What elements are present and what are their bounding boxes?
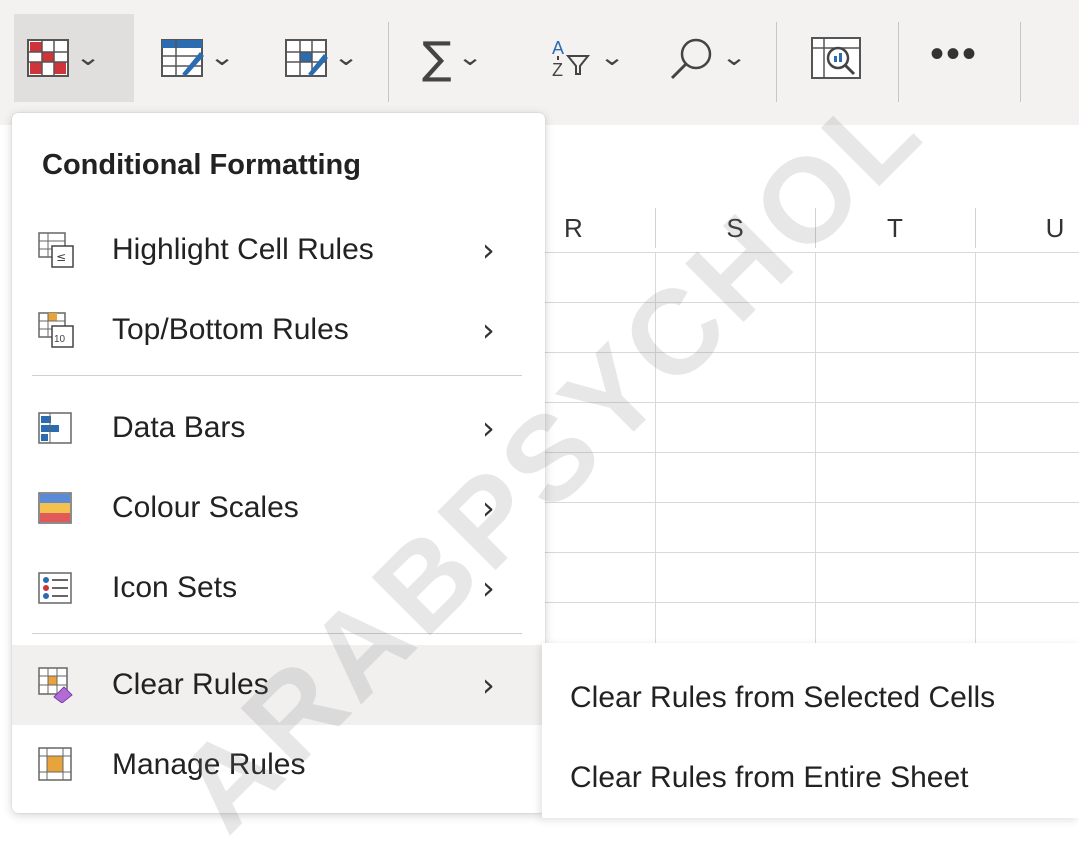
- toolbar-separator: [388, 22, 389, 102]
- row-gridline: [540, 402, 1079, 403]
- highlight-cell-rules-icon: ≤: [38, 232, 74, 268]
- format-as-table-icon: [161, 39, 204, 77]
- toolbar-separator: [776, 22, 777, 102]
- chevron-down-icon: ⌄: [208, 44, 236, 71]
- conditional-formatting-button[interactable]: ⌄: [14, 14, 134, 102]
- colour-scales-icon: [38, 492, 72, 524]
- row-gridline: [540, 502, 1079, 503]
- menu-item-label: Top/Bottom Rules: [112, 313, 349, 346]
- svg-text:≤: ≤: [56, 250, 66, 264]
- sort-filter-button[interactable]: A Z ⌄: [538, 14, 648, 102]
- autosum-button[interactable]: ∑ ⌄: [410, 14, 530, 102]
- row-gridline: [540, 252, 1079, 253]
- submenu-item-clear-selected-cells[interactable]: Clear Rules from Selected Cells: [570, 681, 995, 715]
- row-gridline: [540, 552, 1079, 553]
- format-as-table-button[interactable]: ⌄: [148, 14, 258, 102]
- conditional-formatting-menu: Conditional Formatting ≤ Highlight Cell …: [12, 113, 545, 813]
- submenu-item-clear-entire-sheet[interactable]: Clear Rules from Entire Sheet: [570, 761, 969, 795]
- menu-item-colour-scales[interactable]: Colour Scales ›: [12, 468, 545, 548]
- chevron-down-icon: ⌄: [456, 44, 483, 71]
- manage-rules-icon: [38, 747, 72, 781]
- menu-item-label: Highlight Cell Rules: [112, 233, 374, 266]
- svg-text:Z: Z: [552, 60, 563, 80]
- menu-item-icon-sets[interactable]: Icon Sets ›: [12, 548, 545, 628]
- chevron-right-icon: ›: [482, 489, 495, 527]
- chevron-right-icon: ›: [482, 311, 495, 349]
- ribbon-toolbar: ⌄ ⌄ ⌄ ∑ ⌄ A Z ⌄ ⌄ •••: [0, 0, 1079, 125]
- menu-item-label: Colour Scales: [112, 491, 299, 524]
- menu-title: Conditional Formatting: [42, 149, 361, 181]
- find-button[interactable]: ⌄: [656, 14, 766, 102]
- chevron-down-icon: ⌄: [598, 44, 626, 71]
- column-header-u[interactable]: U: [975, 204, 1079, 252]
- chevron-down-icon: ⌄: [720, 44, 748, 71]
- menu-item-manage-rules[interactable]: Manage Rules: [12, 725, 545, 805]
- menu-item-label: Data Bars: [112, 411, 246, 444]
- icon-sets-icon: [38, 572, 72, 604]
- chevron-right-icon: ›: [482, 666, 495, 704]
- svg-text:10: 10: [54, 334, 66, 345]
- cell-styles-icon: [285, 39, 328, 77]
- row-gridline: [540, 452, 1079, 453]
- menu-item-top-bottom-rules[interactable]: 10 Top/Bottom Rules ›: [12, 290, 545, 370]
- conditional-formatting-icon: [27, 39, 69, 77]
- menu-item-clear-rules[interactable]: Clear Rules ›: [12, 645, 545, 725]
- menu-separator: [32, 375, 522, 376]
- column-header-t[interactable]: T: [815, 204, 975, 252]
- menu-item-label: Icon Sets: [112, 571, 238, 604]
- menu-separator: [32, 633, 522, 634]
- chevron-right-icon: ›: [482, 231, 495, 269]
- menu-item-highlight-cell-rules[interactable]: ≤ Highlight Cell Rules ›: [12, 210, 545, 290]
- top-bottom-rules-icon: 10: [38, 312, 74, 348]
- clear-rules-submenu: Clear Rules from Selected Cells Clear Ru…: [542, 643, 1079, 818]
- analyze-data-button[interactable]: [796, 14, 886, 102]
- row-gridline: [540, 302, 1079, 303]
- toolbar-separator: [1020, 22, 1021, 102]
- column-header-s[interactable]: S: [655, 204, 815, 252]
- chevron-right-icon: ›: [482, 409, 495, 447]
- column-header-r[interactable]: R: [540, 204, 655, 252]
- more-options-button[interactable]: •••: [930, 34, 978, 74]
- sort-filter-icon: A Z: [552, 38, 591, 80]
- cell-styles-button[interactable]: ⌄: [272, 14, 382, 102]
- chevron-down-icon: ⌄: [74, 44, 102, 71]
- clear-rules-icon: [38, 667, 73, 703]
- data-bars-icon: [38, 412, 72, 444]
- row-gridline: [540, 352, 1079, 353]
- menu-item-label: Clear Rules: [112, 668, 269, 701]
- analyze-data-icon: [811, 37, 861, 79]
- chevron-down-icon: ⌄: [332, 44, 360, 71]
- find-icon: [670, 38, 712, 80]
- svg-text:A: A: [552, 38, 564, 58]
- menu-item-label: Manage Rules: [112, 748, 306, 781]
- row-gridline: [540, 602, 1079, 603]
- autosum-icon: ∑: [422, 32, 452, 84]
- chevron-right-icon: ›: [482, 569, 495, 607]
- menu-item-data-bars[interactable]: Data Bars ›: [12, 388, 545, 468]
- toolbar-separator: [898, 22, 899, 102]
